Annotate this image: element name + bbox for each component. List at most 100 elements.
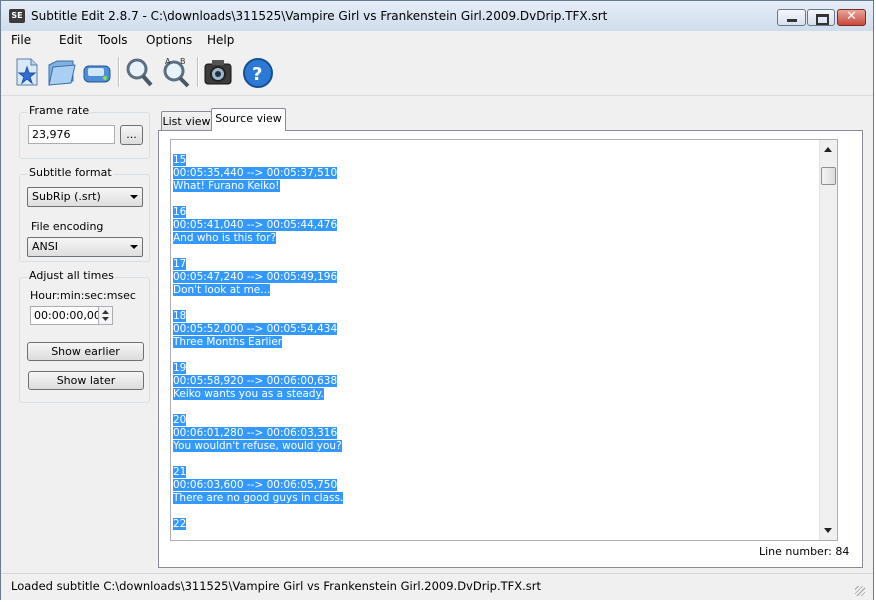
source-line-text: And who is this for? [173,232,277,244]
source-line: 17 [173,258,343,271]
source-line [173,453,343,466]
source-line-text: 00:05:58,920 --> 00:06:00,638 [173,375,338,387]
time-offset-spinner[interactable] [98,307,112,324]
source-line-text: 00:05:41,040 --> 00:05:44,476 [173,219,338,231]
find-icon [126,58,153,87]
open-icon [48,60,76,86]
frame-rate-input[interactable]: 23,976 [28,125,115,144]
close-icon: ✕ [846,9,857,24]
adjust-times-label: Adjust all times [28,269,115,282]
window-title: Subtitle Edit 2.8.7 - C:\downloads\31152… [31,9,608,23]
frame-rate-label: Frame rate [28,104,91,117]
source-line: 16 [173,206,343,219]
toolbar: A B ? [1,51,873,96]
scroll-down-icon[interactable] [824,528,832,533]
file-encoding-label: File encoding [31,220,104,233]
source-line [173,245,343,258]
file-encoding-value: ANSI [32,240,58,253]
status-text: Loaded subtitle C:\downloads\311525\Vamp… [11,579,541,593]
toolbar-separator [118,57,120,87]
source-line: You wouldn't refuse, would you? [173,440,343,453]
line-number-label: Line number: 84 [759,545,850,558]
save-button[interactable] [81,55,113,89]
source-line-text: 00:05:52,000 --> 00:05:54,434 [173,323,338,335]
time-offset-value: 00:00:00,000 [34,309,108,322]
time-offset-input[interactable]: 00:00:00,000 [30,306,113,325]
menu-edit[interactable]: Edit [59,33,82,47]
source-view-panel: 15 00:05:35,440 --> 00:05:37,510 What! Fur… [158,130,863,568]
video-button[interactable] [202,55,234,89]
source-line: 00:05:41,040 --> 00:05:44,476 [173,219,343,232]
find-button[interactable] [123,55,155,89]
maximize-icon [816,14,829,25]
source-line: 19 [173,362,343,375]
menu-tools[interactable]: Tools [98,33,128,47]
replace-icon: A B [163,57,190,88]
source-line [173,193,343,206]
source-line: 00:05:52,000 --> 00:05:54,434 [173,323,343,336]
scroll-thumb[interactable] [821,167,836,185]
source-line-text: Three Months Earlier [173,336,283,348]
save-icon [83,65,111,83]
svg-text:?: ? [252,64,262,85]
resize-grip-icon[interactable] [855,586,865,596]
replace-button[interactable]: A B [160,55,192,89]
source-line: There are no good guys in class. [173,492,344,505]
minimize-button[interactable] [777,9,806,26]
menu-bar: File Edit Tools Options Help [1,31,873,51]
source-lines: 15 00:05:35,440 --> 00:05:37,510 What! Fur… [173,154,344,531]
show-later-button[interactable]: Show later [28,371,144,390]
source-line [173,349,343,362]
title-bar[interactable]: SE Subtitle Edit 2.8.7 - C:\downloads\31… [1,1,873,32]
subtitle-format-select[interactable]: SubRip (.srt) [27,187,143,207]
source-line [173,297,343,310]
source-line-text: 20 [173,414,187,426]
source-line-text: 21 [173,466,187,478]
source-line: Keiko wants you as a steady. [173,388,343,401]
help-button[interactable]: ? [242,55,274,89]
source-line: What! Furano Keiko! [173,180,343,193]
close-button[interactable]: ✕ [837,9,866,26]
source-line-text: 00:06:01,280 --> 00:06:03,316 [173,427,338,439]
new-icon [16,58,38,86]
toolbar-separator [197,57,199,87]
source-line: 22 [173,518,343,531]
source-line: 21 [173,466,343,479]
source-line-text: Don't look at me... [173,284,271,296]
menu-options[interactable]: Options [146,33,192,47]
source-line-text: 15 [173,154,187,166]
source-line: 00:06:03,600 --> 00:06:05,750 [173,479,343,492]
menu-file[interactable]: File [11,33,31,47]
time-format-label: Hour:min:sec:msec [30,289,136,302]
source-line: 00:05:35,440 --> 00:05:37,510 [173,167,343,180]
source-line: 00:06:01,280 --> 00:06:03,316 [173,427,343,440]
new-button[interactable] [11,55,43,89]
menu-help[interactable]: Help [207,33,234,47]
source-line-text: 17 [173,258,187,270]
chevron-down-icon [130,195,138,199]
source-line: Three Months Earlier [173,336,343,349]
source-line-text: There are no good guys in class. [173,492,344,504]
subtitle-format-value: SubRip (.srt) [32,190,101,203]
show-earlier-button[interactable]: Show earlier [27,342,144,361]
source-line: 15 [173,154,343,167]
maximize-button[interactable] [807,9,835,26]
minimize-icon [787,19,797,22]
app-icon[interactable]: SE [9,9,25,23]
vertical-scrollbar[interactable] [819,140,837,540]
open-button[interactable] [45,55,77,89]
scroll-up-icon[interactable] [824,147,832,152]
source-line-text: 22 [173,518,187,530]
help-icon: ? [243,58,273,88]
app-window: SE Subtitle Edit 2.8.7 - C:\downloads\31… [0,0,874,600]
video-icon [204,60,232,85]
source-line-text: 00:05:35,440 --> 00:05:37,510 [173,167,338,179]
tab-list-view[interactable]: List view [161,111,212,131]
file-encoding-select[interactable]: ANSI [27,237,143,257]
tab-source-view[interactable]: Source view [211,108,286,131]
svg-text:A: A [165,57,171,66]
source-line-text: What! Furano Keiko! [173,180,280,192]
source-textbox[interactable]: 15 00:05:35,440 --> 00:05:37,510 What! Fur… [170,139,838,541]
source-line: 00:05:47,240 --> 00:05:49,196 [173,271,343,284]
frame-rate-browse-button[interactable]: ... [120,125,143,145]
